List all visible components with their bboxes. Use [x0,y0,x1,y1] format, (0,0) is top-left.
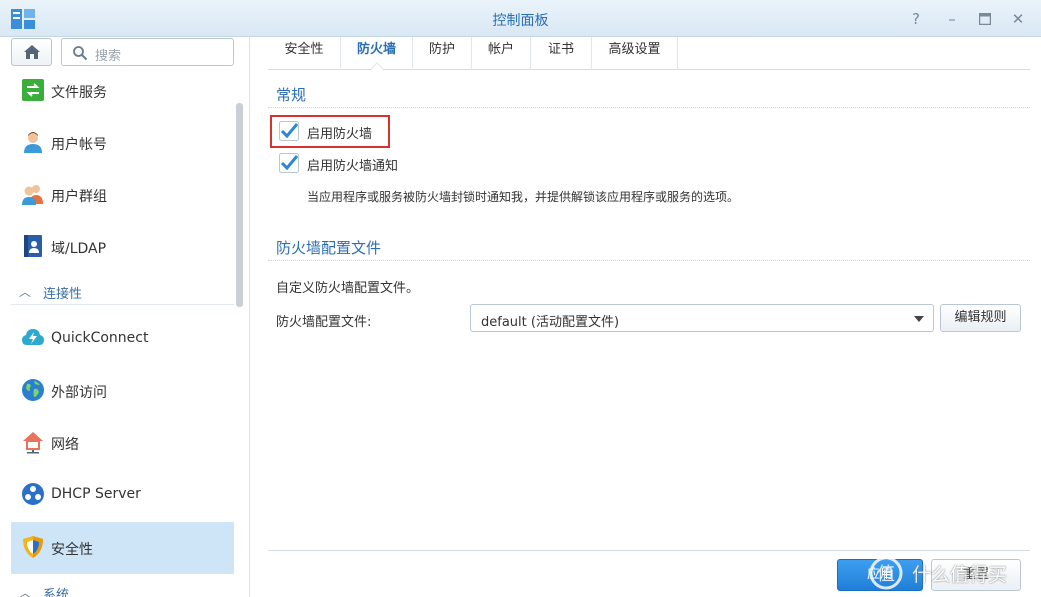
sidebar-item-quickconnect[interactable]: QuickConnect [11,313,234,365]
footer-divider [268,550,1030,551]
sidebar: 搜索 文件服务 用户帐号 用户群组 域/LDAP ︿ 连接性 QuickConn… [0,37,250,597]
general-section-title: 常规 [276,86,307,104]
sidebar-item-label: 文件服务 [51,85,107,101]
sidebar-item-user-groups[interactable]: 用户群组 [11,169,234,221]
sidebar-item-label: QuickConnect [51,330,149,346]
sidebar-item-label: 网络 [51,437,79,453]
profile-section-title: 防火墙配置文件 [276,239,382,257]
sidebar-item-label: DHCP Server [51,486,141,502]
close-icon[interactable]: ✕ [1008,9,1028,29]
sidebar-item-domain-ldap[interactable]: 域/LDAP [11,221,234,273]
sidebar-item-file-services[interactable]: 文件服务 [11,65,234,117]
watermark-text: 什么值得买 [912,564,1008,586]
edit-rules-button[interactable]: 编辑规则 [940,304,1021,332]
profile-description: 自定义防火墙配置文件。 [276,281,420,296]
network-icon [23,432,43,454]
dhcp-server-icon [22,483,44,505]
file-services-icon [22,79,44,101]
sidebar-scrollbar[interactable] [236,103,243,307]
title-bar: 控制面板 ? – ✕ [0,0,1041,37]
enable-firewall-notify-checkbox[interactable] [279,153,299,173]
minimize-icon[interactable]: – [942,9,962,29]
search-input[interactable]: 搜索 [61,38,234,66]
help-icon[interactable]: ? [906,9,926,29]
watermark: 值 什么值得买 [866,555,1036,591]
sidebar-section-connectivity[interactable]: ︿ 连接性 [11,279,234,305]
section-divider [268,260,1030,261]
profile-select[interactable]: default (活动配置文件) [470,304,934,332]
active-tab-indicator [370,62,384,70]
section-divider [268,107,1030,108]
sidebar-item-label: 域/LDAP [51,241,107,257]
search-icon [73,46,88,61]
svg-text:值: 值 [877,564,895,585]
security-shield-icon [23,536,43,558]
sidebar-item-security[interactable]: 安全性 [11,522,234,574]
chevron-down-icon [914,316,924,322]
sidebar-item-user-accounts[interactable]: 用户帐号 [11,117,234,169]
home-button[interactable] [11,38,52,66]
home-icon [24,45,40,59]
section-label: 系统 [43,588,70,597]
window-title: 控制面板 [492,13,549,29]
external-access-icon [22,379,44,401]
user-group-icon [22,185,43,205]
tab-protection[interactable]: 防护 [413,37,472,70]
tab-advanced-settings[interactable]: 高级设置 [592,37,678,70]
domain-ldap-icon [24,235,42,257]
user-icon [24,132,42,153]
section-label: 连接性 [43,287,83,302]
quickconnect-icon [22,329,44,345]
sidebar-item-label: 用户帐号 [51,137,107,153]
maximize-icon[interactable] [975,9,995,29]
notify-description: 当应用程序或服务被防火墙封锁时通知我，并提供解锁该应用程序或服务的选项。 [307,190,740,204]
watermark-logo-icon: 值 [869,556,903,590]
sidebar-item-external-access[interactable]: 外部访问 [11,365,234,417]
sidebar-item-label: 外部访问 [51,385,107,401]
tab-security[interactable]: 安全性 [268,37,341,70]
tab-bar: 安全性 防火墙 防护 帐户 证书 高级设置 [268,37,1030,70]
profile-field-label: 防火墙配置文件: [276,315,372,330]
sidebar-item-label: 安全性 [51,542,93,558]
tab-account[interactable]: 帐户 [472,37,531,70]
enable-firewall-notify-label: 启用防火墙通知 [307,159,399,174]
profile-select-value: default (活动配置文件) [481,315,620,330]
sidebar-item-label: 用户群组 [51,189,107,205]
sidebar-item-network[interactable]: 网络 [11,417,234,469]
chevron-up-icon: ︿ [19,586,32,597]
highlight-box [270,115,390,148]
search-placeholder: 搜索 [95,49,122,64]
sidebar-section-system[interactable]: ︿ 系统 [11,580,234,597]
chevron-up-icon: ︿ [19,285,32,299]
tab-certificate[interactable]: 证书 [531,37,592,70]
sidebar-item-dhcp-server[interactable]: DHCP Server [11,469,234,521]
